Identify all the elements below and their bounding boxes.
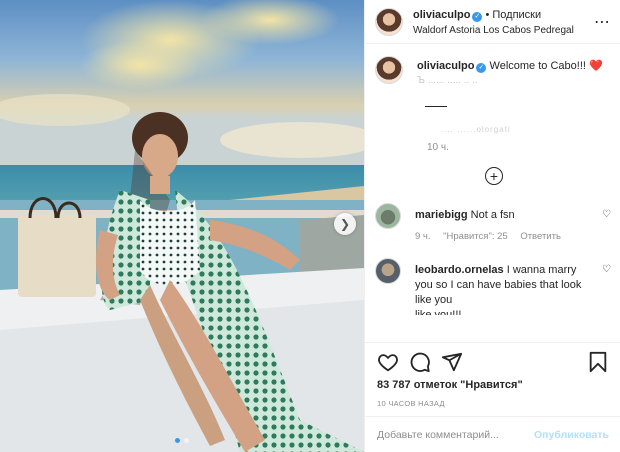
comment-meta: 9 ч. "Нравится": 25 Ответить: [415, 229, 589, 244]
caption: oliviaculpo ✓ Welcome to Cabo!!! ❤️ Ъ ...…: [375, 54, 611, 88]
reply-button[interactable]: Ответить: [520, 231, 561, 242]
verified-badge-icon: ✓: [476, 63, 487, 73]
comment-username[interactable]: leobardo.ornelas: [415, 264, 504, 276]
plus-icon: +: [489, 168, 499, 184]
comment-likes[interactable]: "Нравится": 25: [443, 231, 508, 242]
caption-body: oliviaculpo ✓ Welcome to Cabo!!! ❤️ Ъ ...…: [417, 54, 611, 88]
action-icons: [377, 349, 609, 375]
caption-faded-tag: .... ......‍olorgati: [441, 125, 511, 134]
comment-body: mariebigg Not a fsn 9 ч. "Нравится": 25 …: [415, 203, 611, 244]
load-more-comments-button[interactable]: +: [485, 167, 503, 185]
comment-like-icon[interactable]: ♡: [602, 264, 611, 275]
comment-like-icon[interactable]: ♡: [602, 209, 611, 220]
photo-artwork: [0, 0, 364, 452]
post-location[interactable]: Waldorf Astoria Los Cabos Pedregal: [413, 23, 574, 38]
comments-list[interactable]: oliviaculpo ✓ Welcome to Cabo!!! ❤️ Ъ ...…: [365, 44, 620, 342]
comment-text-overflow: like you!!!: [415, 309, 462, 315]
comment-item: mariebigg Not a fsn 9 ч. "Нравится": 25 …: [375, 203, 611, 244]
likes-count[interactable]: 83 787 отметок "Нравится": [377, 379, 609, 391]
add-comment-bar: Опубликовать: [365, 416, 620, 452]
comment-input[interactable]: [377, 428, 535, 441]
carousel-indicator: [0, 438, 364, 443]
caption-text: Welcome to Cabo!!! ❤️: [489, 60, 603, 72]
comment-time[interactable]: 9 ч.: [415, 231, 431, 242]
author-username[interactable]: oliviaculpo: [413, 9, 470, 21]
caption-username[interactable]: oliviaculpo: [417, 60, 474, 72]
comment-item: leobardo.ornelas I wanna marry you so I …: [375, 258, 611, 315]
posted-time[interactable]: 10 ЧАСОВ НАЗАД: [377, 399, 609, 408]
bookmark-icon[interactable]: [587, 351, 609, 373]
divider: [425, 106, 447, 107]
carousel-dot: [184, 438, 189, 443]
avatar[interactable]: [375, 56, 403, 84]
share-icon[interactable]: [441, 351, 463, 373]
comment-body: leobardo.ornelas I wanna marry you so I …: [415, 258, 611, 315]
carousel-dot-active: [175, 438, 180, 443]
post-sidebar: oliviaculpo ✓ • Подписки Waldorf Astoria L…: [364, 0, 620, 452]
avatar[interactable]: [375, 258, 401, 284]
following-button[interactable]: • Подписки: [485, 9, 541, 21]
avatar[interactable]: [375, 7, 403, 36]
comment-text: Not a fsn: [470, 209, 515, 221]
post-author-meta: oliviaculpo ✓ • Подписки Waldorf Astoria L…: [413, 6, 574, 38]
more-horizontal-icon[interactable]: ⋯: [594, 12, 610, 32]
publish-button[interactable]: Опубликовать: [534, 429, 609, 441]
post-actions: 83 787 отметок "Нравится" 10 ЧАСОВ НАЗАД: [365, 342, 620, 408]
caption-faded-line: Ъ ...... ..... .. ..: [417, 75, 478, 86]
post-header: oliviaculpo ✓ • Подписки Waldorf Astoria L…: [365, 0, 620, 44]
caption-time: 10 ч.: [427, 142, 449, 153]
post-photo[interactable]: ❯: [0, 0, 364, 452]
carousel-next-button[interactable]: ❯: [334, 213, 356, 235]
comment-icon[interactable]: [409, 351, 431, 373]
chevron-right-icon: ❯: [339, 217, 351, 231]
avatar[interactable]: [375, 203, 401, 229]
heart-icon[interactable]: [377, 351, 399, 373]
verified-badge-icon: ✓: [472, 11, 483, 22]
comment-username[interactable]: mariebigg: [415, 209, 468, 221]
